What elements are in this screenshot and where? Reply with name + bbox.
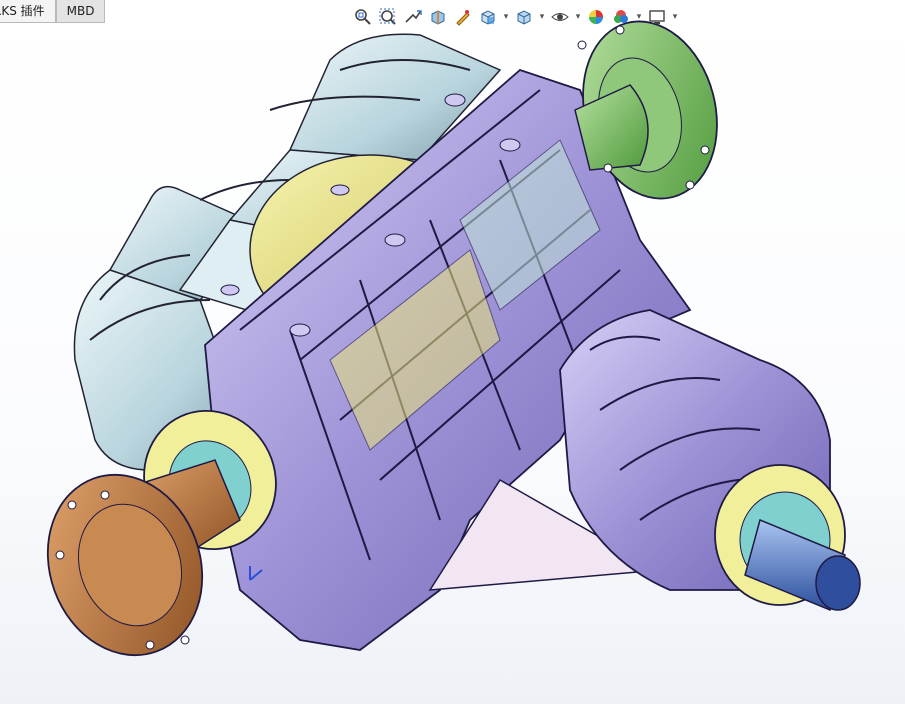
front-input-flange xyxy=(46,459,241,657)
zoom-to-fit-icon[interactable] xyxy=(352,6,374,28)
tab-mbd[interactable]: MBD xyxy=(55,0,106,23)
chevron-down-icon[interactable]: ▾ xyxy=(635,12,643,22)
chevron-down-icon[interactable]: ▾ xyxy=(502,12,510,22)
tab-rks-plugin[interactable]: RKS 插件 xyxy=(0,0,56,23)
apply-scene-icon[interactable] xyxy=(610,6,632,28)
view-orientation-icon[interactable] xyxy=(477,6,499,28)
display-style-icon[interactable] xyxy=(513,6,535,28)
chevron-down-icon[interactable]: ▾ xyxy=(574,12,582,22)
transfer-case-3d-model[interactable] xyxy=(0,0,905,704)
previous-view-icon[interactable] xyxy=(402,6,424,28)
heads-up-view-toolbar: ▾ ▾ ▾ ▾ ▾ xyxy=(352,4,679,30)
front-output-shaft xyxy=(714,464,861,612)
hide-show-items-icon[interactable] xyxy=(549,6,571,28)
section-view-icon[interactable] xyxy=(427,6,449,28)
chevron-down-icon[interactable]: ▾ xyxy=(671,12,679,22)
view-settings-icon[interactable] xyxy=(646,6,668,28)
graphics-viewport[interactable]: RKS 插件 MBD ▾ ▾ ▾ xyxy=(0,0,905,704)
command-manager-tabs: RKS 插件 MBD xyxy=(0,0,106,24)
dynamic-annotation-icon[interactable] xyxy=(452,6,474,28)
edit-appearance-icon[interactable] xyxy=(585,6,607,28)
zoom-to-area-icon[interactable] xyxy=(377,6,399,28)
chevron-down-icon[interactable]: ▾ xyxy=(538,12,546,22)
